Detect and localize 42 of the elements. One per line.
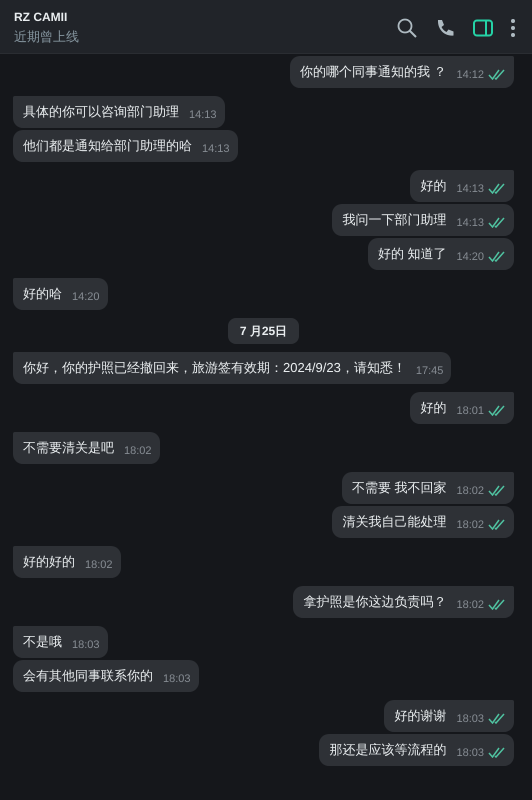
message-time: 14:13 xyxy=(202,142,230,156)
message-text: 拿护照是你这边负责吗？ xyxy=(303,593,446,611)
message-text: 好的 知道了 xyxy=(378,245,446,263)
message-text: 不需要 我不回家 xyxy=(352,479,446,497)
message-time: 18:03 xyxy=(456,712,484,726)
message-time: 14:13 xyxy=(456,182,484,196)
message-text: 你好，你的护照已经撤回来，旅游签有效期：2024/9/23，请知悉！ xyxy=(23,359,406,377)
message-text: 具体的你可以咨询部门助理 xyxy=(23,103,179,121)
message-time: 14:20 xyxy=(72,290,100,304)
menu-icon[interactable] xyxy=(510,17,516,39)
message-text: 不需要清关是吧 xyxy=(23,439,114,457)
message-text: 那还是应该等流程的 xyxy=(329,741,446,759)
message-time: 18:02 xyxy=(124,444,152,458)
message-text: 你的哪个同事通知的我 ？ xyxy=(300,63,446,81)
message-text: 我问一下部门助理 xyxy=(342,211,446,229)
message-time: 14:20 xyxy=(456,250,484,264)
message-text: 清关我自己能处理 xyxy=(342,513,446,531)
message-text: 他们都是通知给部门助理的哈 xyxy=(23,137,192,155)
message-text: 不是哦 xyxy=(23,633,62,651)
message-text: 会有其他同事联系你的 xyxy=(23,667,153,685)
message-text: 好的 xyxy=(420,399,446,417)
message-time: 14:13 xyxy=(456,216,484,230)
side-panel-icon[interactable] xyxy=(472,17,494,39)
message-time: 17:45 xyxy=(416,364,444,378)
date-label: 7 月25日 xyxy=(228,318,300,344)
message-text: 好的哈 xyxy=(23,285,62,303)
message-time: 18:03 xyxy=(163,672,191,686)
message-time: 18:01 xyxy=(456,404,484,418)
message-time: 18:02 xyxy=(456,598,484,612)
contact-name: RZ CAMII xyxy=(14,9,68,26)
message-time: 14:12 xyxy=(456,68,484,82)
last-seen-status: 近期曾上线 xyxy=(14,28,80,46)
message-text: 好的谢谢 xyxy=(394,707,446,725)
search-icon[interactable] xyxy=(396,17,418,39)
message-time: 18:03 xyxy=(456,746,484,760)
message-time: 18:02 xyxy=(456,484,484,498)
message-text: 好的 xyxy=(420,177,446,195)
message-time: 14:13 xyxy=(189,108,217,122)
message-text: 好的好的 xyxy=(23,553,75,571)
message-time: 18:02 xyxy=(85,558,113,572)
message-time: 18:02 xyxy=(456,518,484,532)
message-time: 18:03 xyxy=(72,638,100,652)
